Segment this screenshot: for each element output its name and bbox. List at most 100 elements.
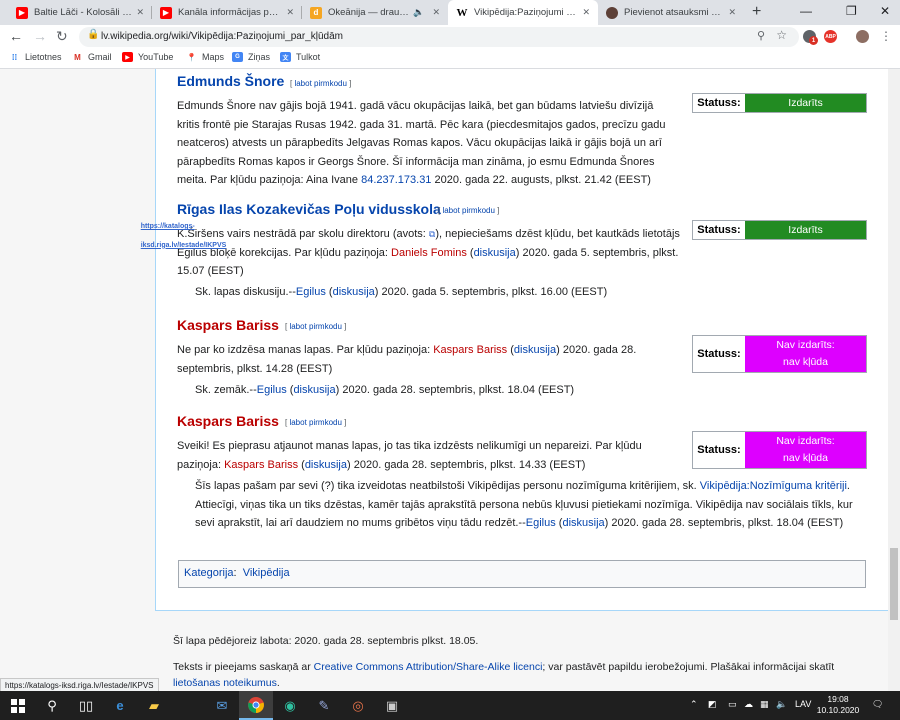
draugiem-icon: d — [310, 6, 322, 19]
section-heading-kaspars-bariss[interactable]: Kaspars Bariss — [177, 317, 279, 333]
status-label: Statuss: — [693, 94, 745, 112]
edit-section-link[interactable]: [ labot pirmkodu ] — [438, 206, 499, 215]
avatar[interactable] — [856, 30, 869, 43]
page-scrollbar[interactable] — [888, 69, 900, 691]
footer-last-edit: Šī lapa pēdējoreiz labota: 2020. gada 28… — [173, 635, 479, 647]
bookmark-youtube[interactable]: ▶ YouTube — [122, 52, 173, 62]
bookmark-label: Ziņas — [248, 52, 271, 62]
adblock-plus-icon[interactable]: ABP — [824, 30, 837, 43]
app-icon[interactable]: ◎ — [341, 691, 375, 720]
bookmark-tulkot[interactable]: 文 Tulkot — [280, 52, 320, 62]
bookmark-gmail[interactable]: M Gmail — [72, 52, 111, 62]
restore-icon[interactable]: ❐ — [846, 4, 857, 18]
language-indicator[interactable]: LAV — [795, 699, 811, 709]
close-icon[interactable]: ✕ — [286, 7, 294, 18]
extension-badge: 1 — [809, 36, 818, 45]
edit-link-text[interactable]: labot pirmkodu — [442, 206, 494, 215]
external-link[interactable]: https://katalogs-iksd.riga.lv/Iestade/IK… — [141, 223, 227, 249]
user-link[interactable]: Egilus — [257, 384, 287, 396]
section-heading-poļu-vidusskola[interactable]: Rīgas Ilas Kozakevičas Poļu vidusskola — [177, 201, 441, 217]
volume-icon[interactable]: 🔈 — [776, 699, 787, 710]
tab-vikipedija[interactable]: W Vikipēdija:Paziņojumi par kļū ✕ — [448, 0, 598, 25]
back-arrow-icon[interactable]: ← — [9, 28, 23, 44]
browser-toolbar: ← → ↻ 🔒 lv.wikipedia.org/wiki/Vikipēdija… — [0, 25, 900, 49]
new-tab-button[interactable]: + — [752, 3, 761, 21]
category-link[interactable]: Vikipēdija — [243, 567, 290, 579]
address-bar[interactable]: 🔒 lv.wikipedia.org/wiki/Vikipēdija:Paziņ… — [79, 27, 799, 47]
scrollbar-thumb[interactable] — [890, 548, 898, 620]
bookmark-star-icon[interactable]: ☆ — [776, 28, 787, 42]
talk-link[interactable]: diskusija — [562, 517, 604, 529]
close-icon[interactable]: ✕ — [582, 7, 590, 18]
minimize-icon[interactable]: — — [800, 4, 812, 18]
edit-section-link[interactable]: [ labot pirmkodu ] — [285, 418, 346, 427]
task-view-icon[interactable]: ▯▯ — [69, 691, 103, 720]
user-link[interactable]: Daniels Fomins — [391, 247, 467, 259]
battery-icon[interactable]: ▭ — [728, 699, 737, 710]
section-heading-kaspars-bariss-2[interactable]: Kaspars Bariss — [177, 413, 279, 429]
close-icon[interactable]: ✕ — [136, 7, 144, 18]
reload-icon[interactable]: ↻ — [56, 28, 68, 45]
tab-kanala-informacijas[interactable]: ▶ Kanāla informācijas panelis ✕ — [152, 0, 302, 25]
edit-link-text[interactable]: labot pirmkodu — [289, 322, 341, 331]
notifications-icon[interactable]: 🗨 — [872, 699, 883, 710]
tab-pievienot-atsauksmi[interactable]: Pievienot atsauksmi vai sūdz ✕ — [598, 0, 744, 25]
talk-link[interactable]: diskusija — [474, 247, 516, 259]
talk-link[interactable]: diskusija — [514, 344, 556, 356]
tab-okeanija[interactable]: d Okeānija — draugiem.lv 🔈 ✕ — [302, 0, 448, 25]
file-explorer-icon[interactable]: ▰ — [137, 691, 171, 720]
mail-icon[interactable]: ✉ — [205, 691, 239, 720]
category-label-link[interactable]: Kategorija — [184, 567, 234, 579]
tab-title: Baltie Lāči - Kolosāli (Mēs ar — [34, 7, 133, 18]
page-viewport: Edmunds Šnore [ labot pirmkodu ] Edmunds… — [0, 69, 888, 691]
youtube-icon: ▶ — [122, 52, 133, 62]
menu-kebab-icon[interactable]: ⋮ — [880, 29, 892, 43]
user-link[interactable]: Egilus — [296, 286, 326, 298]
chrome-icon[interactable] — [239, 691, 273, 720]
system-clock[interactable]: 19:08 10.10.2020 — [816, 694, 860, 716]
onedrive-cloud-icon[interactable]: ☁ — [744, 699, 753, 710]
zoom-search-icon[interactable]: ⚲ — [757, 29, 765, 42]
tab-baltie-laci[interactable]: ▶ Baltie Lāči - Kolosāli (Mēs ar ✕ — [8, 0, 152, 25]
photos-icon[interactable]: ✎ — [307, 691, 341, 720]
license-link[interactable]: Creative Commons Attribution/Share-Alike… — [314, 661, 543, 673]
talk-link[interactable]: diskusija — [333, 286, 375, 298]
bookmark-lietotnes[interactable]: ⁞⁞ Lietotnes — [9, 52, 62, 62]
talk-link[interactable]: diskusija — [305, 459, 347, 471]
edge-icon[interactable]: ◉ — [273, 691, 307, 720]
section-heading-edmunds-snore[interactable]: Edmunds Šnore — [177, 73, 284, 89]
lock-icon[interactable]: 🔒 — [87, 29, 99, 40]
talk-link[interactable]: diskusija — [293, 384, 335, 396]
terminal-icon[interactable]: ▣ — [375, 691, 409, 720]
url-text[interactable]: lv.wikipedia.org/wiki/Vikipēdija:Paziņoj… — [101, 31, 343, 42]
edit-section-link[interactable]: [ labot pirmkodu ] — [285, 322, 346, 331]
close-icon[interactable]: ✕ — [728, 7, 736, 18]
chevron-up-icon[interactable]: ⌃ — [690, 699, 698, 710]
user-link[interactable]: Kaspars Bariss — [433, 344, 507, 356]
tray-app-icon[interactable]: ◩ — [708, 699, 717, 710]
user-link[interactable]: Kaspars Bariss — [224, 459, 298, 471]
policy-link[interactable]: Vikipēdija:Nozīmīguma kritēriji — [700, 480, 847, 492]
reply-text: Sk. zemāk.--Egilus (diskusija) 2020. gad… — [195, 384, 575, 396]
search-icon[interactable]: ⚲ — [35, 691, 69, 720]
edge-legacy-icon[interactable]: e — [103, 691, 137, 720]
edit-link-text[interactable]: labot pirmkodu — [289, 418, 341, 427]
close-icon[interactable]: ✕ — [432, 7, 440, 18]
footer-text: Teksts ir pieejams saskaņā ar — [173, 661, 314, 673]
network-icon[interactable]: ▦ — [760, 699, 769, 710]
bookmarks-bar: ⁞⁞ Lietotnes M Gmail ▶ YouTube 📍 Maps G … — [0, 49, 900, 69]
tab-title: Vikipēdija:Paziņojumi par kļū — [474, 7, 578, 18]
bookmark-zinas[interactable]: G Ziņas — [232, 52, 270, 62]
wikipedia-icon: W — [456, 6, 468, 19]
close-window-icon[interactable]: ✕ — [880, 4, 890, 18]
bookmark-maps[interactable]: 📍 Maps — [186, 52, 225, 62]
ip-link[interactable]: 84.237.173.31 — [361, 174, 431, 186]
edit-link-text[interactable]: labot pirmkodu — [294, 79, 346, 88]
edit-section-link[interactable]: [ labot pirmkodu ] — [290, 79, 351, 88]
translate-icon: 文 — [280, 52, 291, 62]
terms-link[interactable]: lietošanas noteikumus — [173, 677, 277, 689]
status-label: Statuss: — [693, 336, 745, 372]
forward-arrow-icon[interactable]: → — [33, 28, 47, 44]
start-icon[interactable] — [1, 691, 35, 720]
user-link[interactable]: Egilus — [526, 517, 556, 529]
